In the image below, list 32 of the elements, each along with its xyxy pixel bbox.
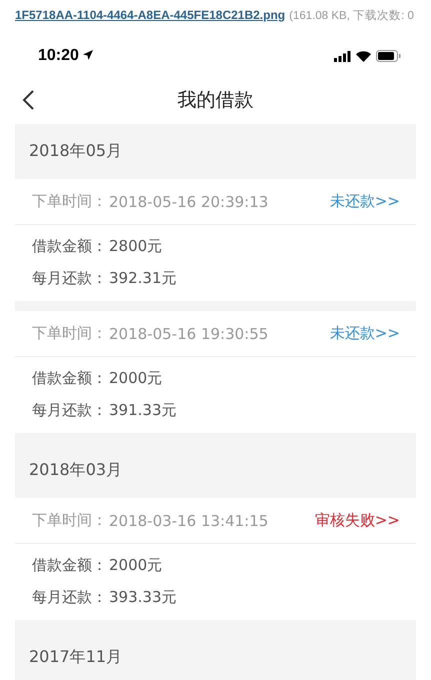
detail-value: 2800元 (109, 236, 162, 256)
detail-value: 392.31元 (109, 268, 176, 288)
file-link[interactable]: 1F5718AA-1104-4464-A8EA-445FE18C21B2.png (15, 8, 286, 22)
signal-icon (334, 50, 351, 62)
detail-value: 393.33元 (109, 588, 176, 606)
detail-value: 2000元 (109, 368, 162, 388)
order-time: 2018-05-16 19:30:55 (109, 324, 268, 342)
detail-label: 借款金额： (32, 556, 107, 574)
location-arrow-icon (83, 50, 94, 60)
order-time-label: 下单时间： (32, 324, 107, 343)
status-link[interactable]: 审核失败>> (314, 511, 400, 530)
detail-label: 借款金额： (32, 236, 107, 256)
month-header: 2018年05月 (28, 140, 124, 162)
month-header: 2017年11月 (28, 646, 124, 668)
page-title: 我的借款 (178, 88, 254, 113)
detail-label: 每月还款： (32, 400, 107, 420)
order-time-label: 下单时间： (32, 511, 107, 530)
status-link[interactable]: 未还款>> (330, 192, 400, 211)
battery-icon (376, 50, 401, 62)
detail-label: 借款金额： (32, 368, 107, 388)
status-time: 10:20 (38, 47, 94, 65)
order-time: 2018-05-16 20:39:13 (109, 192, 268, 210)
detail-label: 每月还款： (32, 588, 107, 606)
wifi-icon (356, 50, 371, 62)
detail-value: 391.33元 (109, 400, 176, 420)
order-time: 2018-03-16 13:41:15 (109, 512, 268, 530)
detail-label: 每月还款： (32, 268, 107, 288)
order-time-label: 下单时间： (32, 192, 107, 211)
status-link[interactable]: 未还款>> (330, 324, 400, 343)
month-header: 2018年03月 (28, 459, 124, 481)
detail-value: 2000元 (109, 556, 162, 574)
file-info: (161.08 KB, 下载次数: 0 (289, 8, 414, 23)
